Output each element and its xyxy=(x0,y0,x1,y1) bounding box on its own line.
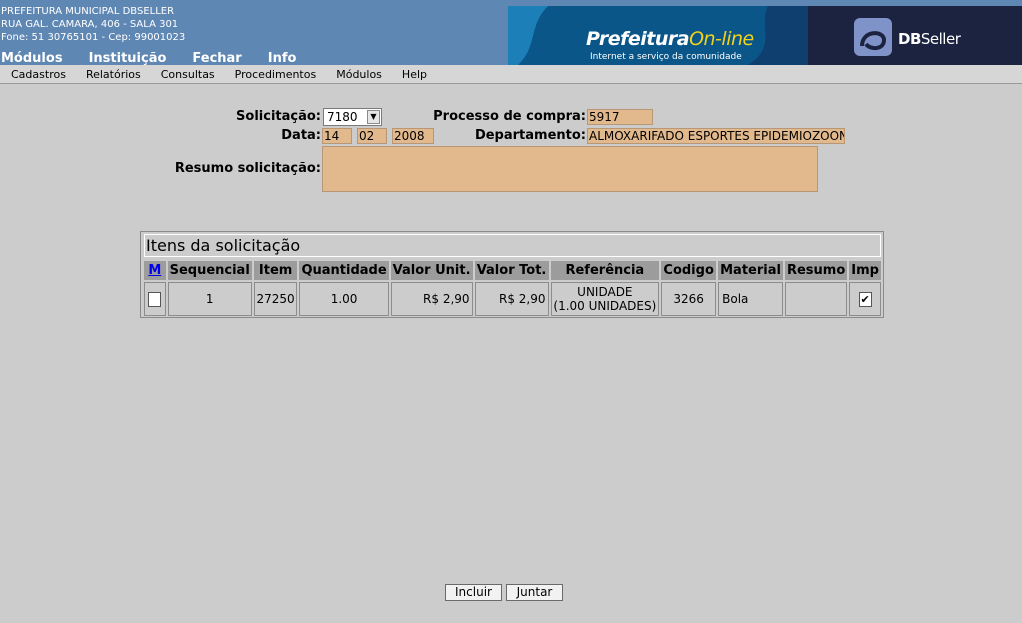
nav-info[interactable]: Info xyxy=(268,51,297,65)
solicitacao-label: Solicitação: xyxy=(236,109,321,124)
column-header-quantidade: Quantidade xyxy=(299,261,389,280)
processo-compra-label: Processo de compra: xyxy=(433,109,586,124)
column-header-referencia: Referência xyxy=(550,261,660,280)
cell-material: Bola xyxy=(718,282,783,316)
processo-compra-field[interactable]: 5917 xyxy=(587,109,653,125)
table-header-row: M Sequencial Item Quantidade Valor Unit.… xyxy=(144,261,881,280)
menu-cadastros[interactable]: Cadastros xyxy=(11,68,66,81)
menu-bar: Cadastros Relatórios Consultas Procedime… xyxy=(0,65,1022,84)
cell-quantidade: 1.00 xyxy=(299,282,389,316)
column-header-imp: Imp xyxy=(849,261,881,280)
banner-subtitle: Internet a serviço da comunidade xyxy=(590,52,742,62)
column-header-valor-tot: Valor Tot. xyxy=(474,261,549,280)
column-header-resumo: Resumo xyxy=(784,261,848,280)
table-row: 1 27250 1.00 R$ 2,90 R$ 2,90 UNIDADE (1.… xyxy=(144,282,881,316)
resumo-solicitacao-textarea[interactable] xyxy=(322,146,818,192)
solicitacao-value: 7180 xyxy=(327,110,358,124)
cell-valor-unit: R$ 2,90 xyxy=(390,282,473,316)
chevron-down-icon[interactable]: ▼ xyxy=(367,110,380,124)
imp-checkbox[interactable]: ✔ xyxy=(858,291,872,307)
dbseller-logo-icon xyxy=(854,18,892,56)
org-address: RUA GAL. CAMARA, 406 - SALA 301 xyxy=(1,19,179,30)
menu-procedimentos[interactable]: Procedimentos xyxy=(235,68,317,81)
data-label: Data: xyxy=(281,128,321,143)
date-day-field[interactable]: 14 xyxy=(322,128,352,144)
nav-fechar[interactable]: Fechar xyxy=(192,51,241,65)
column-header-valor-unit: Valor Unit. xyxy=(390,261,473,280)
date-month-field[interactable]: 02 xyxy=(357,128,387,144)
cell-sequencial: 1 xyxy=(167,282,252,316)
referencia-unit: UNIDADE xyxy=(577,285,633,299)
imp-cell: ✔ xyxy=(849,282,881,316)
incluir-button[interactable]: Incluir xyxy=(445,584,502,601)
app-header: PREFEITURA MUNICIPAL DBSELLER RUA GAL. C… xyxy=(0,0,1022,65)
row-select-checkbox[interactable] xyxy=(148,291,162,307)
menu-consultas[interactable]: Consultas xyxy=(161,68,215,81)
banner-title: PrefeituraOn-line xyxy=(586,28,754,50)
top-navigation: Módulos Instituição Fechar Info xyxy=(1,51,322,65)
column-header-material: Material xyxy=(718,261,783,280)
items-table: M Sequencial Item Quantidade Valor Unit.… xyxy=(142,259,883,318)
org-name: PREFEITURA MUNICIPAL DBSELLER xyxy=(1,6,175,17)
menu-modulos[interactable]: Módulos xyxy=(336,68,382,81)
menu-help[interactable]: Help xyxy=(402,68,427,81)
cell-valor-tot: R$ 2,90 xyxy=(474,282,549,316)
dbseller-wordmark: DBSeller xyxy=(898,30,961,48)
juntar-button[interactable]: Juntar xyxy=(506,584,563,601)
cell-codigo: 3266 xyxy=(661,282,717,316)
departamento-label: Departamento: xyxy=(474,128,586,143)
organization-info: PREFEITURA MUNICIPAL DBSELLER RUA GAL. C… xyxy=(1,5,185,44)
items-panel: Itens da solicitação M Sequencial Item Q… xyxy=(140,231,884,318)
dbseller-logo-area: DBSeller xyxy=(808,6,1022,65)
resumo-solicitacao-label: Resumo solicitação: xyxy=(174,161,321,176)
org-phone: Fone: 51 30765101 - Cep: 99001023 xyxy=(1,32,186,43)
nav-instituicao[interactable]: Instituição xyxy=(89,51,167,65)
departamento-field[interactable]: ALMOXARIFADO ESPORTES EPIDEMIOZOON xyxy=(587,128,845,144)
referencia-detail: (1.00 UNIDADES) xyxy=(553,299,657,313)
cell-item: 27250 xyxy=(253,282,298,316)
row-select-cell xyxy=(144,282,166,316)
menu-relatorios[interactable]: Relatórios xyxy=(86,68,141,81)
date-year-field[interactable]: 2008 xyxy=(392,128,434,144)
cell-referencia: UNIDADE (1.00 UNIDADES) xyxy=(550,282,660,316)
items-panel-title: Itens da solicitação xyxy=(144,234,881,257)
column-header-m[interactable]: M xyxy=(144,261,166,280)
nav-modulos[interactable]: Módulos xyxy=(1,51,63,65)
prefeitura-online-banner: PrefeituraOn-line Internet a serviço da … xyxy=(508,6,808,65)
column-header-codigo: Codigo xyxy=(661,261,717,280)
column-header-sequencial: Sequencial xyxy=(167,261,252,280)
cell-resumo xyxy=(784,282,848,316)
solicitacao-select[interactable]: 7180 ▼ xyxy=(323,108,382,126)
column-header-item: Item xyxy=(253,261,298,280)
